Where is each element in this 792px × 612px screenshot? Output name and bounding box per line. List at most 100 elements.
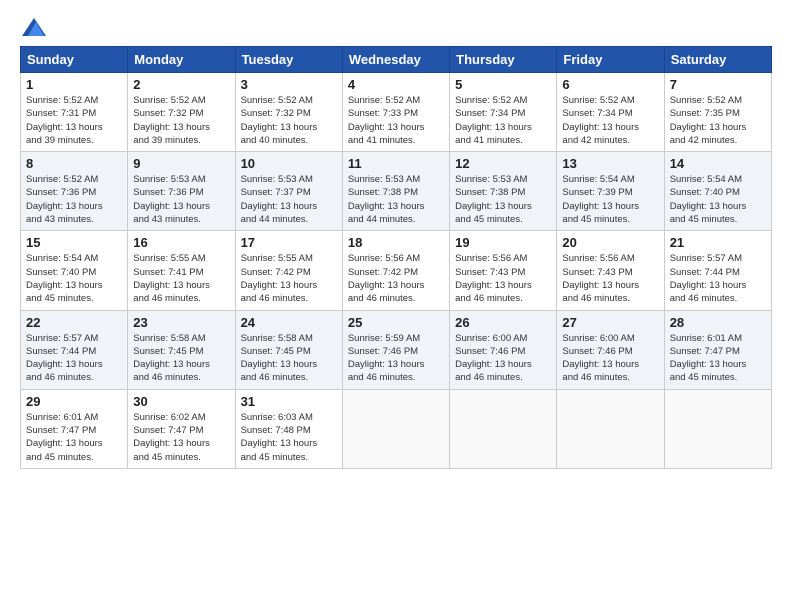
day-number: 27 <box>562 315 658 330</box>
day-info: Sunrise: 5:58 AMSunset: 7:45 PMDaylight:… <box>241 333 318 384</box>
calendar-cell: 7 Sunrise: 5:52 AMSunset: 7:35 PMDayligh… <box>664 73 771 152</box>
calendar-cell: 26 Sunrise: 6:00 AMSunset: 7:46 PMDaylig… <box>450 310 557 389</box>
calendar-cell: 8 Sunrise: 5:52 AMSunset: 7:36 PMDayligh… <box>21 152 128 231</box>
day-number: 5 <box>455 77 551 92</box>
day-number: 22 <box>26 315 122 330</box>
calendar-cell: 20 Sunrise: 5:56 AMSunset: 7:43 PMDaylig… <box>557 231 664 310</box>
day-info: Sunrise: 5:55 AMSunset: 7:42 PMDaylight:… <box>241 253 318 304</box>
calendar-cell: 5 Sunrise: 5:52 AMSunset: 7:34 PMDayligh… <box>450 73 557 152</box>
calendar-cell: 24 Sunrise: 5:58 AMSunset: 7:45 PMDaylig… <box>235 310 342 389</box>
day-info: Sunrise: 5:53 AMSunset: 7:38 PMDaylight:… <box>348 174 425 225</box>
day-info: Sunrise: 5:52 AMSunset: 7:35 PMDaylight:… <box>670 95 747 146</box>
day-info: Sunrise: 5:53 AMSunset: 7:38 PMDaylight:… <box>455 174 532 225</box>
day-number: 20 <box>562 235 658 250</box>
day-number: 21 <box>670 235 766 250</box>
day-info: Sunrise: 5:52 AMSunset: 7:33 PMDaylight:… <box>348 95 425 146</box>
logo-icon <box>22 18 46 36</box>
day-info: Sunrise: 5:53 AMSunset: 7:36 PMDaylight:… <box>133 174 210 225</box>
day-number: 10 <box>241 156 337 171</box>
day-number: 13 <box>562 156 658 171</box>
day-number: 19 <box>455 235 551 250</box>
day-info: Sunrise: 6:02 AMSunset: 7:47 PMDaylight:… <box>133 412 210 463</box>
day-info: Sunrise: 6:00 AMSunset: 7:46 PMDaylight:… <box>455 333 532 384</box>
day-number: 25 <box>348 315 444 330</box>
weekday-header-friday: Friday <box>557 47 664 73</box>
weekday-header-sunday: Sunday <box>21 47 128 73</box>
day-info: Sunrise: 5:58 AMSunset: 7:45 PMDaylight:… <box>133 333 210 384</box>
day-info: Sunrise: 5:55 AMSunset: 7:41 PMDaylight:… <box>133 253 210 304</box>
day-info: Sunrise: 5:52 AMSunset: 7:36 PMDaylight:… <box>26 174 103 225</box>
day-number: 30 <box>133 394 229 409</box>
day-number: 6 <box>562 77 658 92</box>
day-number: 26 <box>455 315 551 330</box>
calendar-cell: 25 Sunrise: 5:59 AMSunset: 7:46 PMDaylig… <box>342 310 449 389</box>
day-number: 28 <box>670 315 766 330</box>
calendar-cell: 13 Sunrise: 5:54 AMSunset: 7:39 PMDaylig… <box>557 152 664 231</box>
calendar-cell: 4 Sunrise: 5:52 AMSunset: 7:33 PMDayligh… <box>342 73 449 152</box>
calendar-week-4: 22 Sunrise: 5:57 AMSunset: 7:44 PMDaylig… <box>21 310 772 389</box>
calendar-cell: 10 Sunrise: 5:53 AMSunset: 7:37 PMDaylig… <box>235 152 342 231</box>
day-info: Sunrise: 6:03 AMSunset: 7:48 PMDaylight:… <box>241 412 318 463</box>
day-number: 31 <box>241 394 337 409</box>
page: SundayMondayTuesdayWednesdayThursdayFrid… <box>0 0 792 479</box>
day-info: Sunrise: 5:52 AMSunset: 7:34 PMDaylight:… <box>455 95 532 146</box>
calendar-cell <box>342 389 449 468</box>
day-info: Sunrise: 6:01 AMSunset: 7:47 PMDaylight:… <box>26 412 103 463</box>
calendar-cell: 9 Sunrise: 5:53 AMSunset: 7:36 PMDayligh… <box>128 152 235 231</box>
calendar-cell: 18 Sunrise: 5:56 AMSunset: 7:42 PMDaylig… <box>342 231 449 310</box>
calendar-cell: 19 Sunrise: 5:56 AMSunset: 7:43 PMDaylig… <box>450 231 557 310</box>
day-info: Sunrise: 6:01 AMSunset: 7:47 PMDaylight:… <box>670 333 747 384</box>
day-number: 3 <box>241 77 337 92</box>
weekday-header-tuesday: Tuesday <box>235 47 342 73</box>
weekday-header-thursday: Thursday <box>450 47 557 73</box>
calendar-cell: 3 Sunrise: 5:52 AMSunset: 7:32 PMDayligh… <box>235 73 342 152</box>
day-number: 2 <box>133 77 229 92</box>
calendar-week-5: 29 Sunrise: 6:01 AMSunset: 7:47 PMDaylig… <box>21 389 772 468</box>
calendar-cell: 30 Sunrise: 6:02 AMSunset: 7:47 PMDaylig… <box>128 389 235 468</box>
day-number: 11 <box>348 156 444 171</box>
day-info: Sunrise: 5:59 AMSunset: 7:46 PMDaylight:… <box>348 333 425 384</box>
day-info: Sunrise: 5:57 AMSunset: 7:44 PMDaylight:… <box>26 333 103 384</box>
calendar-cell <box>557 389 664 468</box>
day-number: 18 <box>348 235 444 250</box>
weekday-header-wednesday: Wednesday <box>342 47 449 73</box>
calendar-cell: 23 Sunrise: 5:58 AMSunset: 7:45 PMDaylig… <box>128 310 235 389</box>
calendar-cell <box>450 389 557 468</box>
day-info: Sunrise: 5:52 AMSunset: 7:32 PMDaylight:… <box>241 95 318 146</box>
day-info: Sunrise: 5:52 AMSunset: 7:34 PMDaylight:… <box>562 95 639 146</box>
calendar-cell <box>664 389 771 468</box>
calendar-cell: 15 Sunrise: 5:54 AMSunset: 7:40 PMDaylig… <box>21 231 128 310</box>
calendar-cell: 14 Sunrise: 5:54 AMSunset: 7:40 PMDaylig… <box>664 152 771 231</box>
calendar-cell: 31 Sunrise: 6:03 AMSunset: 7:48 PMDaylig… <box>235 389 342 468</box>
calendar-cell: 2 Sunrise: 5:52 AMSunset: 7:32 PMDayligh… <box>128 73 235 152</box>
calendar-table: SundayMondayTuesdayWednesdayThursdayFrid… <box>20 46 772 469</box>
day-info: Sunrise: 5:54 AMSunset: 7:40 PMDaylight:… <box>670 174 747 225</box>
day-number: 9 <box>133 156 229 171</box>
weekday-header-monday: Monday <box>128 47 235 73</box>
day-number: 15 <box>26 235 122 250</box>
calendar-cell: 29 Sunrise: 6:01 AMSunset: 7:47 PMDaylig… <box>21 389 128 468</box>
calendar-cell: 1 Sunrise: 5:52 AMSunset: 7:31 PMDayligh… <box>21 73 128 152</box>
day-number: 12 <box>455 156 551 171</box>
weekday-header-saturday: Saturday <box>664 47 771 73</box>
day-number: 16 <box>133 235 229 250</box>
calendar-week-3: 15 Sunrise: 5:54 AMSunset: 7:40 PMDaylig… <box>21 231 772 310</box>
day-info: Sunrise: 5:52 AMSunset: 7:31 PMDaylight:… <box>26 95 103 146</box>
day-number: 24 <box>241 315 337 330</box>
day-info: Sunrise: 6:00 AMSunset: 7:46 PMDaylight:… <box>562 333 639 384</box>
day-number: 7 <box>670 77 766 92</box>
calendar-cell: 22 Sunrise: 5:57 AMSunset: 7:44 PMDaylig… <box>21 310 128 389</box>
calendar-cell: 12 Sunrise: 5:53 AMSunset: 7:38 PMDaylig… <box>450 152 557 231</box>
day-info: Sunrise: 5:52 AMSunset: 7:32 PMDaylight:… <box>133 95 210 146</box>
day-number: 8 <box>26 156 122 171</box>
day-info: Sunrise: 5:53 AMSunset: 7:37 PMDaylight:… <box>241 174 318 225</box>
day-number: 23 <box>133 315 229 330</box>
day-number: 4 <box>348 77 444 92</box>
day-info: Sunrise: 5:54 AMSunset: 7:40 PMDaylight:… <box>26 253 103 304</box>
calendar-cell: 28 Sunrise: 6:01 AMSunset: 7:47 PMDaylig… <box>664 310 771 389</box>
calendar-week-1: 1 Sunrise: 5:52 AMSunset: 7:31 PMDayligh… <box>21 73 772 152</box>
day-number: 17 <box>241 235 337 250</box>
day-number: 29 <box>26 394 122 409</box>
logo <box>20 18 46 36</box>
day-info: Sunrise: 5:56 AMSunset: 7:43 PMDaylight:… <box>562 253 639 304</box>
